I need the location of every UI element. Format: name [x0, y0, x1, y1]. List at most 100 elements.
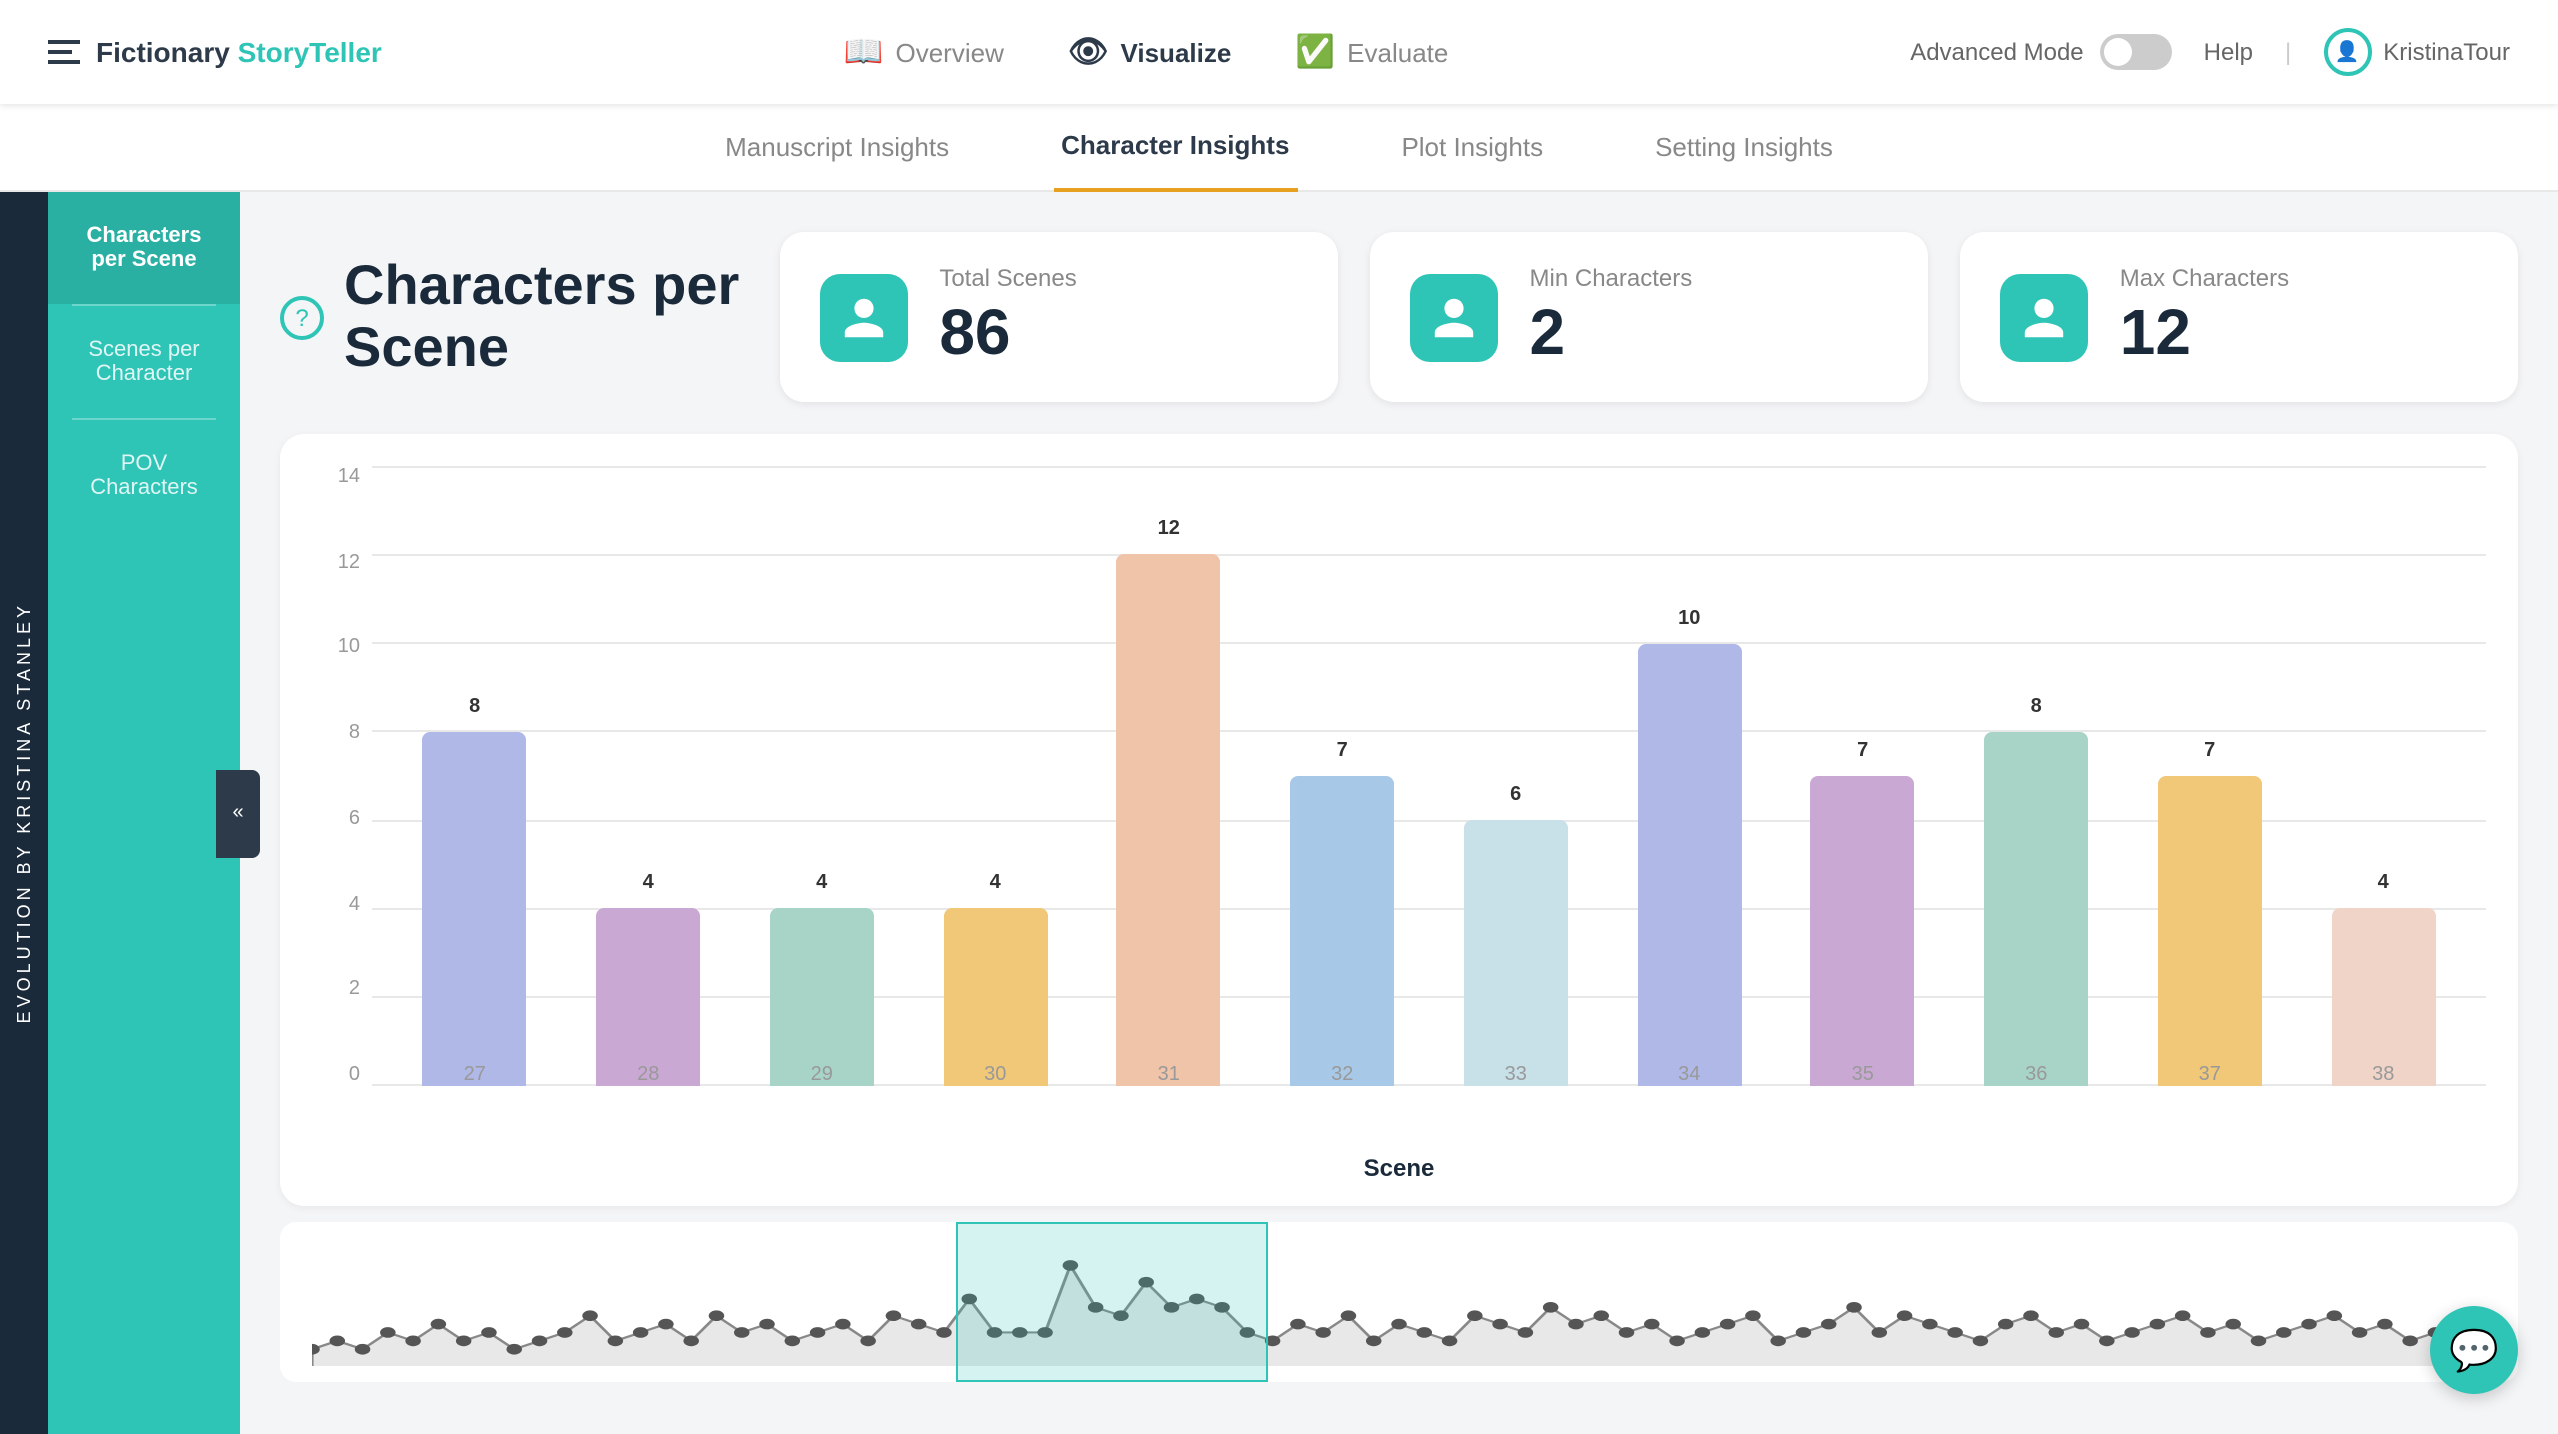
bar-value-label: 7: [1290, 740, 1394, 762]
bar[interactable]: 4: [943, 909, 1047, 1086]
mini-dot: [355, 1344, 371, 1355]
chat-button[interactable]: 💬: [2430, 1306, 2518, 1394]
logo: Fictionary StoryTeller: [48, 36, 382, 68]
mini-dot: [2402, 1336, 2418, 1347]
mini-dot: [1720, 1319, 1736, 1330]
mini-dot: [1872, 1327, 1888, 1338]
bar[interactable]: 4: [596, 909, 700, 1086]
nav-tab-visualize[interactable]: 👁Visualize: [1068, 24, 1231, 80]
mini-chart[interactable]: [280, 1222, 2518, 1382]
bar[interactable]: 6: [1464, 820, 1568, 1086]
max-characters-value: 12: [2120, 296, 2289, 370]
y-axis-label: 0: [349, 1064, 360, 1086]
bar-group: 8: [1950, 466, 2124, 1086]
mini-dot: [734, 1327, 750, 1338]
max-characters-icon: [2000, 273, 2088, 361]
bar-group: 7: [2123, 466, 2297, 1086]
chat-icon: 💬: [2449, 1325, 2499, 1375]
bar[interactable]: 4: [2331, 909, 2435, 1086]
y-axis-label: 4: [349, 893, 360, 915]
bar-group: 12: [1082, 466, 1256, 1086]
bar-value-label: 7: [1811, 740, 1915, 762]
mini-dot: [2023, 1310, 2039, 1321]
y-axis-label: 12: [338, 551, 360, 573]
mini-dot: [936, 1327, 952, 1338]
bar-value-label: 4: [770, 873, 874, 895]
x-axis-label: 29: [735, 1064, 909, 1086]
sub-nav-setting[interactable]: Setting Insights: [1647, 103, 1841, 191]
mini-dot: [785, 1336, 801, 1347]
chart-wrap: 14 12 10 8 6 4 2 0 8 4 4 4 12 7 6: [312, 466, 2486, 1146]
mini-dot: [1796, 1327, 1812, 1338]
bar[interactable]: 7: [1811, 776, 1915, 1086]
mini-dot: [2175, 1310, 2191, 1321]
x-labels: 272829303132333435363738: [372, 1064, 2486, 1086]
question-icon: ?: [280, 295, 324, 339]
mini-dot: [2276, 1327, 2292, 1338]
mini-dot: [330, 1336, 346, 1347]
sidebar-item-scenes-per-character[interactable]: Scenes per Character: [48, 306, 240, 418]
bar[interactable]: 7: [2158, 776, 2262, 1086]
mini-dot: [1821, 1319, 1837, 1330]
y-axis-label: 6: [349, 808, 360, 830]
mini-dot: [1417, 1327, 1433, 1338]
bar-value-label: 4: [943, 873, 1047, 895]
sub-nav: Manuscript Insights Character Insights Plo…: [0, 104, 2558, 192]
mini-dot: [2150, 1319, 2166, 1330]
collapse-button[interactable]: «: [216, 769, 260, 857]
mini-dot: [1593, 1310, 1609, 1321]
mini-dot: [582, 1310, 598, 1321]
nav-tab-evaluate[interactable]: ✅ Evaluate: [1295, 24, 1448, 80]
total-scenes-value: 86: [939, 296, 1076, 370]
bar-value-label: 4: [2331, 873, 2435, 895]
bar[interactable]: 8: [1984, 732, 2088, 1086]
y-axis-label: 14: [338, 466, 360, 488]
mini-dot: [1745, 1310, 1761, 1321]
logo-text: Fictionary StoryTeller: [96, 36, 382, 68]
sub-nav-plot[interactable]: Plot Insights: [1393, 103, 1551, 191]
help-link[interactable]: Help: [2204, 38, 2253, 66]
max-characters-label: Max Characters: [2120, 264, 2289, 292]
bar-group: 4: [909, 466, 1083, 1086]
mini-dot: [2099, 1336, 2115, 1347]
sidebar-item-characters-per-scene[interactable]: Characters per Scene: [48, 192, 240, 304]
y-axis-label: 2: [349, 978, 360, 1000]
sub-nav-manuscript[interactable]: Manuscript Insights: [717, 103, 957, 191]
bar[interactable]: 12: [1117, 555, 1221, 1086]
mini-dot: [1973, 1336, 1989, 1347]
bar[interactable]: 8: [423, 732, 527, 1086]
bar-group: 7: [1776, 466, 1950, 1086]
x-axis-label: 34: [1603, 1064, 1777, 1086]
bar[interactable]: 7: [1290, 776, 1394, 1086]
mini-chart-highlight: [957, 1222, 1269, 1382]
mini-dot: [481, 1327, 497, 1338]
sub-nav-character[interactable]: Character Insights: [1053, 103, 1297, 191]
x-axis-label: 28: [562, 1064, 736, 1086]
mini-dot: [2352, 1327, 2368, 1338]
mini-dot: [810, 1327, 826, 1338]
avatar: 👤: [2323, 28, 2371, 76]
mini-dot: [1543, 1302, 1559, 1313]
toggle-switch[interactable]: [2100, 34, 2172, 70]
mini-dot: [759, 1319, 775, 1330]
mini-dot: [1518, 1327, 1534, 1338]
sidebar-rotated-label: EVOLUTION BY KRISTINA STANLEY: [0, 192, 48, 1434]
bar[interactable]: 10: [1637, 643, 1741, 1086]
evaluate-tab-icon: ✅: [1295, 32, 1335, 72]
bar[interactable]: 4: [770, 909, 874, 1086]
nav-tab-overview[interactable]: 📖Overview: [844, 24, 1004, 80]
overview-tab-icon: 📖: [844, 32, 884, 72]
stat-cards: Total Scenes 86 Min Characters 2 Max Cha…: [779, 232, 2518, 402]
evaluate-tab-label: Evaluate: [1347, 37, 1448, 67]
bar-group: 4: [735, 466, 909, 1086]
toggle-knob: [2104, 38, 2132, 66]
sidebar-item-pov-characters[interactable]: POV Characters: [48, 420, 240, 532]
mini-dot: [2327, 1310, 2343, 1321]
min-characters-value: 2: [1530, 296, 1693, 370]
x-axis-label: 36: [1950, 1064, 2124, 1086]
mini-dot: [405, 1336, 421, 1347]
bar-value-label: 8: [423, 696, 527, 718]
mini-dot: [532, 1336, 548, 1347]
advanced-mode-toggle: Advanced Mode: [1910, 34, 2171, 70]
bar-group: 7: [1256, 466, 1430, 1086]
